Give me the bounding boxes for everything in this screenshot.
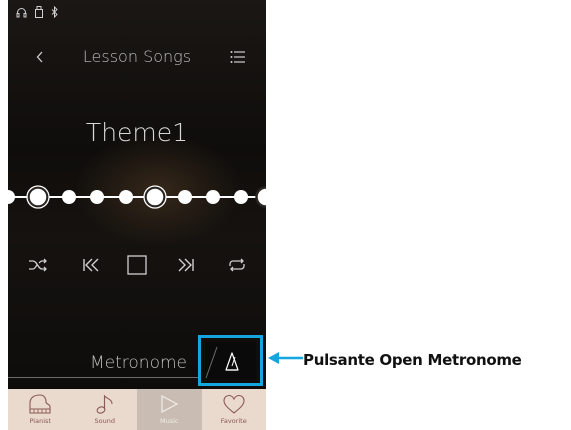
tab-sound[interactable]: Sound — [73, 389, 138, 430]
stop-button[interactable] — [122, 250, 152, 280]
piano-icon — [29, 394, 51, 414]
repeat-button[interactable] — [222, 250, 252, 280]
metronome-divider — [8, 377, 198, 378]
header-bar: Lesson Songs — [8, 44, 266, 70]
play-icon — [161, 395, 179, 413]
metronome-icon — [205, 346, 239, 379]
progress-dot — [119, 190, 133, 204]
progress-dot — [8, 190, 15, 204]
stop-icon — [127, 255, 147, 275]
shuffle-icon — [29, 258, 47, 272]
bluetooth-icon — [51, 6, 59, 18]
callout-label: Pulsante Open Metronome — [303, 351, 522, 369]
tab-music[interactable]: Music — [137, 389, 202, 430]
skip-forward-icon — [178, 258, 194, 272]
progress-dot-selected — [255, 186, 266, 208]
metronome-label: Metronome — [90, 353, 188, 373]
tab-label: Pianist — [29, 417, 51, 425]
progress-dot — [178, 190, 192, 204]
tab-label: Music — [160, 417, 179, 425]
progress-dot — [234, 190, 248, 204]
music-note-icon — [96, 394, 113, 414]
callout-arrow-icon — [268, 352, 303, 364]
tab-pianist[interactable]: Pianist — [8, 389, 73, 430]
headphones-icon — [16, 7, 27, 18]
next-button[interactable] — [171, 250, 201, 280]
song-list-button[interactable] — [226, 44, 250, 70]
open-metronome-highlight[interactable] — [198, 335, 263, 386]
status-bar — [16, 6, 59, 18]
tab-favorite[interactable]: Favorite — [202, 389, 267, 430]
playback-controls — [8, 250, 266, 280]
song-title: Theme1 — [85, 118, 189, 147]
open-metronome-button[interactable] — [205, 342, 256, 379]
repeat-icon — [229, 258, 245, 272]
heart-icon — [223, 394, 245, 414]
tab-label: Sound — [94, 417, 115, 425]
skip-back-icon — [83, 258, 99, 272]
song-progress-dots[interactable] — [8, 180, 266, 214]
shuffle-button[interactable] — [23, 250, 53, 280]
progress-dot — [90, 190, 104, 204]
progress-dot — [62, 190, 76, 204]
list-icon — [230, 51, 245, 63]
progress-dot — [206, 190, 220, 204]
tab-bar: Pianist Sound Music Favorite — [8, 389, 266, 430]
usb-memory-icon — [35, 6, 43, 18]
progress-dot-selected — [27, 186, 49, 208]
tab-label: Favorite — [220, 417, 247, 425]
progress-dot-selected — [144, 186, 166, 208]
previous-button[interactable] — [76, 250, 106, 280]
